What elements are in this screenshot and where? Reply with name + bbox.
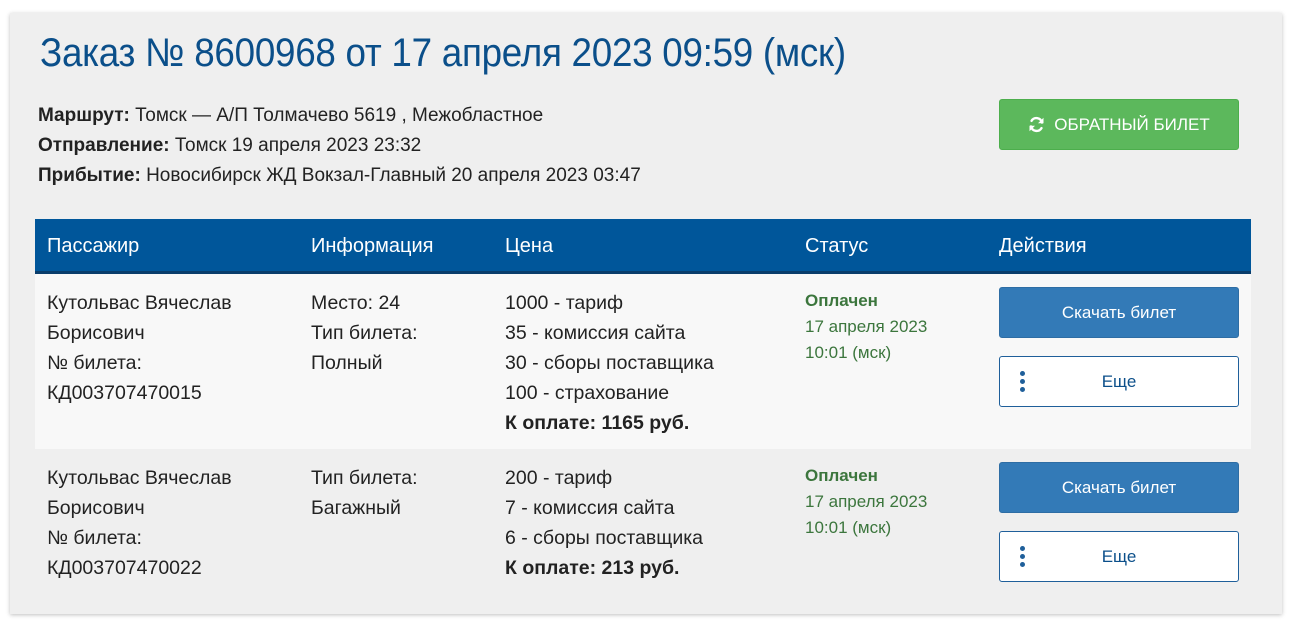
status-badge: Оплачен: [805, 466, 878, 485]
status-cell: Оплачен 17 апреля 2023 10:01 (мск): [805, 288, 927, 366]
price-insurance: 100 - страхование: [505, 382, 670, 404]
kebab-icon: [1020, 371, 1026, 394]
header-info: Информация: [311, 235, 434, 257]
passenger-name: Кутольвас Вячеслав: [47, 292, 232, 314]
price-site-fee: 7 - комиссия сайта: [505, 497, 675, 519]
header-actions: Действия: [999, 235, 1087, 257]
table-row: Кутольвас Вячеслав Борисович № билета: К…: [35, 274, 1251, 449]
more-button[interactable]: Еще: [999, 531, 1239, 582]
refresh-icon: [1028, 116, 1045, 133]
price-supplier-fee: 30 - сборы поставщика: [505, 352, 714, 374]
order-card: Заказ № 8600968 от 17 апреля 2023 09:59 …: [10, 13, 1282, 614]
price-total: К оплате: 1165 руб.: [505, 412, 690, 434]
route-label: Маршрут:: [38, 105, 130, 126]
status-time: 10:01 (мск): [805, 518, 892, 537]
price-fare: 1000 - тариф: [505, 292, 624, 314]
status-time: 10:01 (мск): [805, 343, 892, 362]
arrival-label: Прибытие:: [38, 165, 141, 186]
passenger-name: Кутольвас Вячеслав: [47, 467, 232, 489]
download-ticket-button[interactable]: Скачать билет: [999, 287, 1239, 338]
return-ticket-label: ОБРАТНЫЙ БИЛЕТ: [1054, 114, 1210, 134]
passenger-cell: Кутольвас Вячеслав Борисович № билета: К…: [47, 288, 232, 408]
passenger-patronymic: Борисович: [47, 322, 145, 344]
ticket-type-label: Тип билета:: [311, 467, 418, 489]
seat-info: Место: 24: [311, 292, 401, 314]
download-ticket-button[interactable]: Скачать билет: [999, 462, 1239, 513]
ticket-number: КД003707470022: [47, 557, 202, 579]
header-status: Статус: [805, 235, 869, 257]
passenger-cell: Кутольвас Вячеслав Борисович № билета: К…: [47, 463, 232, 583]
departure-value: Томск 19 апреля 2023 23:32: [174, 135, 422, 156]
departure-label: Отправление:: [38, 135, 170, 156]
return-ticket-button[interactable]: ОБРАТНЫЙ БИЛЕТ: [999, 99, 1239, 150]
ticket-type-label: Тип билета:: [311, 322, 418, 344]
info-cell: Тип билета: Багажный: [311, 463, 418, 523]
status-badge: Оплачен: [805, 291, 878, 310]
tickets-table: Пассажир Информация Цена Статус Действия…: [35, 219, 1251, 603]
status-date: 17 апреля 2023: [805, 492, 928, 511]
more-label: Еще: [1101, 546, 1137, 566]
price-fare: 200 - тариф: [505, 467, 613, 489]
price-site-fee: 35 - комиссия сайта: [505, 322, 686, 344]
status-date: 17 апреля 2023: [805, 317, 928, 336]
price-supplier-fee: 6 - сборы поставщика: [505, 527, 704, 549]
kebab-icon: [1020, 546, 1026, 569]
route-value: Томск — А/П Толмачево 5619 , Межобластно…: [135, 105, 544, 126]
price-cell: 200 - тариф 7 - комиссия сайта 6 - сборы…: [505, 463, 703, 583]
departure-line: Отправление: Томск 19 апреля 2023 23:32: [38, 131, 641, 161]
status-cell: Оплачен 17 апреля 2023 10:01 (мск): [805, 463, 927, 541]
passenger-patronymic: Борисович: [47, 497, 145, 519]
table-row: Кутольвас Вячеслав Борисович № билета: К…: [35, 449, 1251, 603]
more-label: Еще: [1101, 371, 1137, 391]
ticket-type: Полный: [311, 352, 383, 374]
more-button[interactable]: Еще: [999, 356, 1239, 407]
order-title: Заказ № 8600968 от 17 апреля 2023 09:59 …: [40, 31, 846, 75]
arrival-line: Прибытие: Новосибирск ЖД Вокзал-Главный …: [38, 161, 641, 191]
table-header: Пассажир Информация Цена Статус Действия: [35, 219, 1251, 274]
route-info: Маршрут: Томск — А/П Толмачево 5619 , Ме…: [38, 101, 641, 191]
price-total: К оплате: 213 руб.: [505, 557, 680, 579]
ticket-number-label: № билета:: [47, 527, 142, 549]
info-cell: Место: 24 Тип билета: Полный: [311, 288, 418, 378]
arrival-value: Новосибирск ЖД Вокзал-Главный 20 апреля …: [146, 165, 641, 186]
price-cell: 1000 - тариф 35 - комиссия сайта 30 - сб…: [505, 288, 714, 438]
header-passenger: Пассажир: [47, 235, 140, 257]
ticket-type: Багажный: [311, 497, 401, 519]
ticket-number-label: № билета:: [47, 352, 142, 374]
ticket-number: КД003707470015: [47, 382, 202, 404]
route-line: Маршрут: Томск — А/П Толмачево 5619 , Ме…: [38, 101, 641, 131]
header-price: Цена: [505, 235, 554, 257]
